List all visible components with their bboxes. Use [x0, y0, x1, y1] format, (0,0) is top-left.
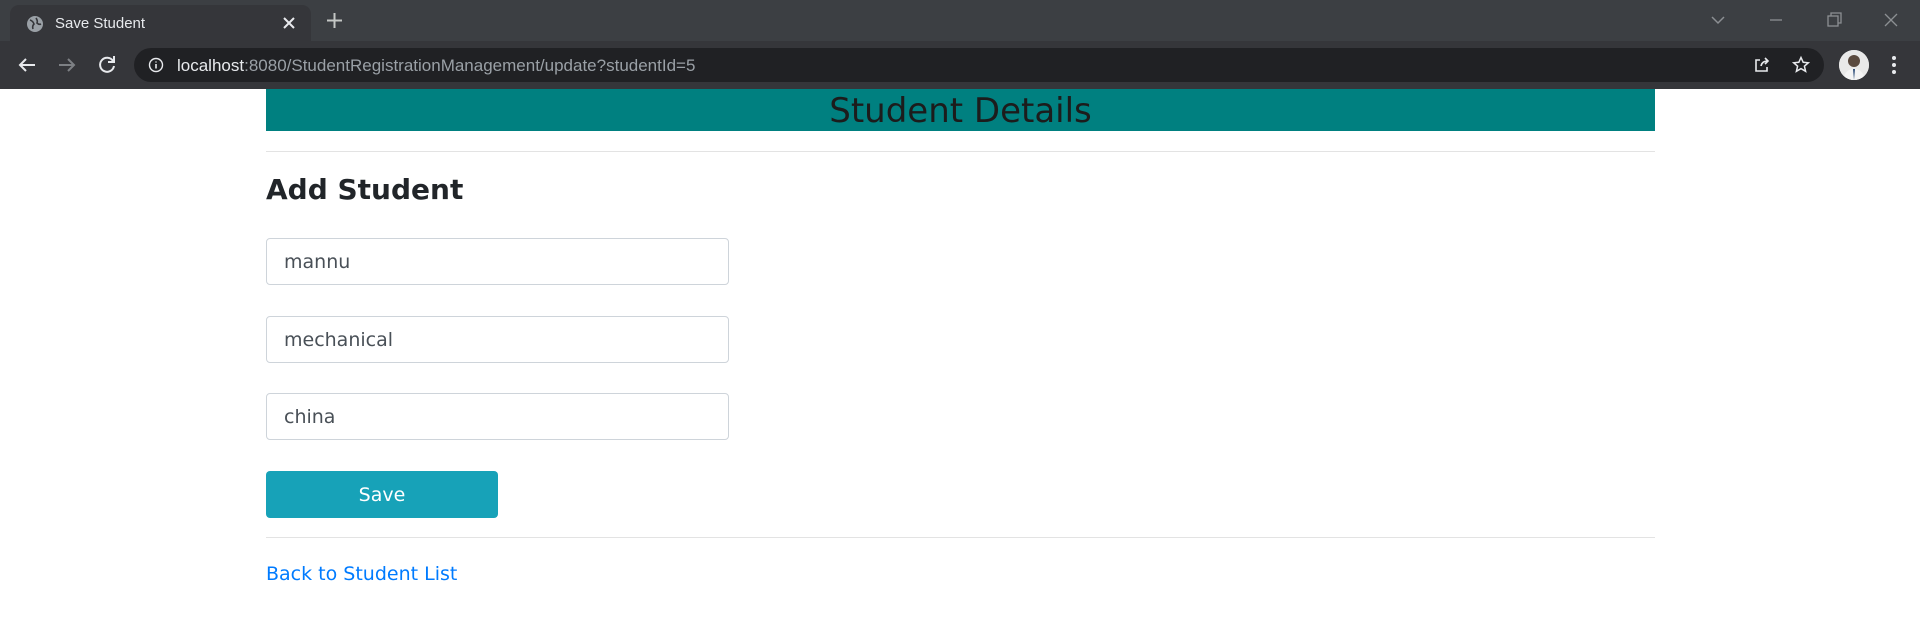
star-icon[interactable] [1791, 55, 1811, 75]
student-branch-field[interactable] [266, 316, 729, 363]
plus-icon[interactable] [325, 11, 344, 30]
chevron-down-icon[interactable] [1707, 9, 1729, 31]
globe-icon [27, 16, 43, 32]
page-content: Student Details Add Student Save Back to… [0, 89, 1920, 643]
restore-icon[interactable] [1823, 9, 1845, 31]
form-heading: Add Student [266, 173, 464, 206]
forward-arrow-icon[interactable] [55, 53, 79, 77]
minimize-icon[interactable] [1765, 9, 1787, 31]
back-arrow-icon[interactable] [15, 53, 39, 77]
student-city-field[interactable] [266, 393, 729, 440]
kebab-menu-icon[interactable] [1882, 53, 1906, 77]
info-icon[interactable] [148, 57, 164, 73]
address-bar[interactable]: localhost:8080/StudentRegistrationManage… [134, 48, 1824, 82]
save-button[interactable]: Save [266, 471, 498, 518]
divider [266, 151, 1655, 152]
reload-icon[interactable] [95, 53, 119, 77]
url-text: localhost:8080/StudentRegistrationManage… [177, 56, 696, 75]
back-to-student-list-link[interactable]: Back to Student List [266, 563, 457, 585]
page-header: Student Details [266, 89, 1655, 131]
avatar-picture [1839, 50, 1869, 80]
tab-strip: Save Student [0, 0, 1920, 41]
avatar[interactable] [1839, 50, 1869, 80]
student-name-field[interactable] [266, 238, 729, 285]
window-close-icon[interactable] [1880, 9, 1902, 31]
divider [266, 537, 1655, 538]
close-icon[interactable] [280, 14, 298, 32]
browser-tab[interactable]: Save Student [10, 5, 311, 41]
tab-title: Save Student [55, 15, 146, 32]
page-title: Student Details [829, 91, 1092, 131]
share-icon[interactable] [1752, 55, 1772, 75]
browser-toolbar: localhost:8080/StudentRegistrationManage… [0, 41, 1920, 89]
